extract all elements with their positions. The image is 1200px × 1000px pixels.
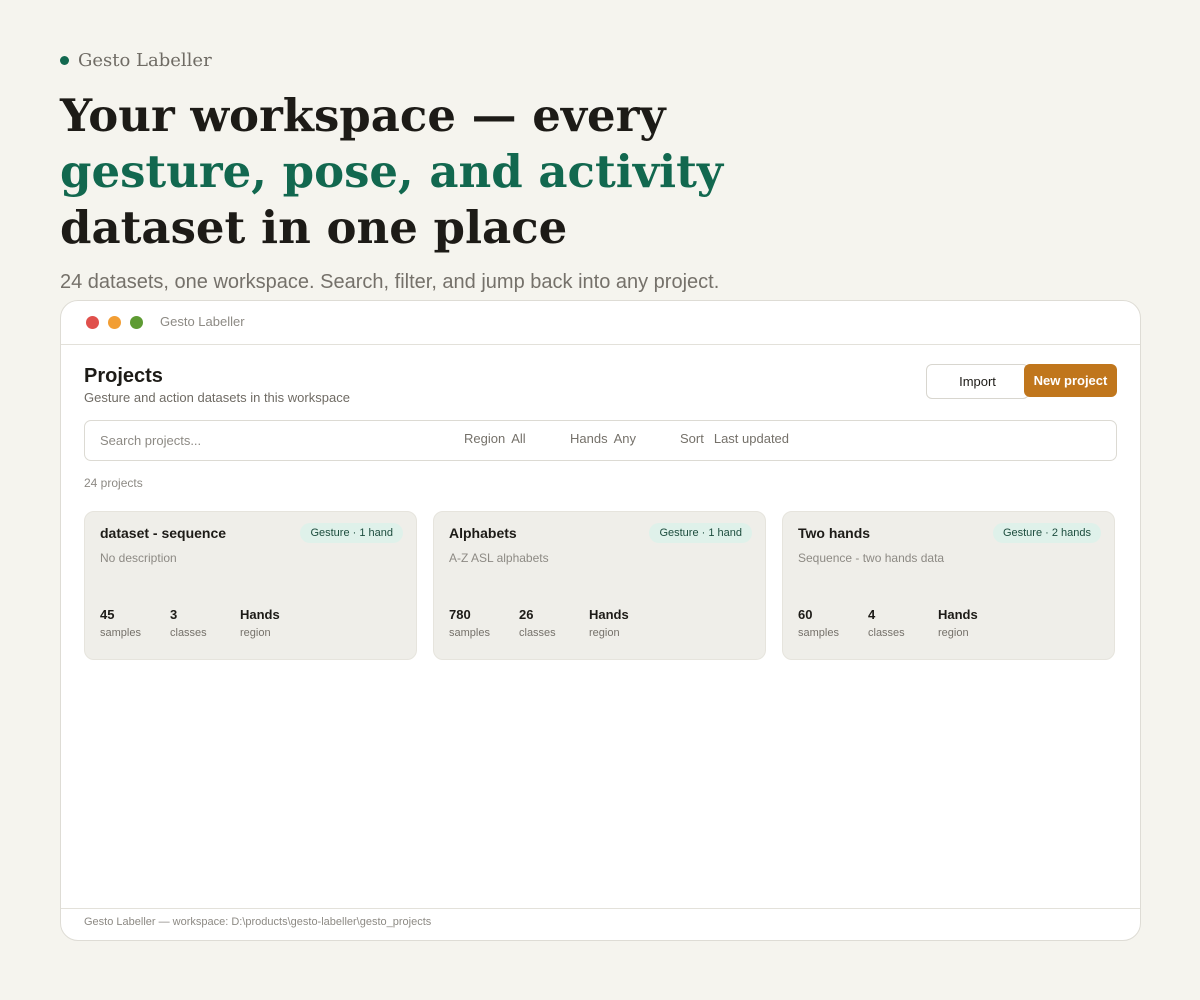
stat-value: 26 — [519, 607, 534, 622]
stat-value: 780 — [449, 607, 471, 622]
stat-region: Hands region — [589, 607, 629, 639]
sort-filter[interactable]: Sort Last updated — [680, 431, 789, 446]
page-subtitle: Gesture and action datasets in this work… — [84, 390, 350, 405]
workspace-path: Gesto Labeller — workspace: D:\products\… — [84, 916, 432, 928]
hero-title-accent: gesture, pose, and activity — [60, 145, 724, 198]
status-footer: Gesto Labeller — workspace: D:\products\… — [61, 908, 1140, 940]
close-window-button[interactable] — [86, 316, 99, 329]
hero-subtitle: 24 datasets, one workspace. Search, filt… — [60, 271, 720, 293]
stat-region: Hands region — [240, 607, 280, 639]
stat-samples: 780 samples — [449, 607, 490, 639]
stat-classes: 4 classes — [868, 607, 905, 639]
hands-filter[interactable]: Hands Any — [570, 431, 636, 446]
search-input[interactable] — [100, 430, 430, 450]
project-count: 24 projects — [84, 476, 143, 490]
region-filter-label: Region — [464, 431, 506, 446]
minimize-window-button[interactable] — [108, 316, 121, 329]
app-window: Gesto Labeller Projects Gesture and acti… — [60, 300, 1141, 941]
project-title: Alphabets — [449, 525, 517, 541]
stat-classes: 26 classes — [519, 607, 556, 639]
project-description: A-Z ASL alphabets — [449, 551, 549, 565]
page-title: Projects — [84, 365, 163, 387]
project-description: Sequence - two hands data — [798, 551, 945, 565]
hands-filter-value: Any — [613, 431, 636, 446]
stat-label: samples — [100, 627, 141, 639]
region-filter-value: All — [511, 431, 526, 446]
stat-value: Hands — [589, 607, 629, 622]
project-card[interactable]: dataset - sequence Gesture · 1 hand No d… — [84, 511, 417, 660]
status-dot-icon — [60, 56, 69, 65]
brand: Gesto Labeller — [60, 50, 212, 71]
new-project-button[interactable]: New project — [1024, 364, 1117, 397]
sort-filter-label: Sort — [680, 431, 704, 446]
stat-label: classes — [170, 627, 207, 639]
window-title: Gesto Labeller — [160, 314, 245, 329]
stat-label: samples — [798, 627, 839, 639]
hero-title: Your workspace — every gesture, pose, an… — [60, 88, 1060, 256]
stat-value: Hands — [240, 607, 280, 622]
import-button[interactable]: Import — [926, 364, 1029, 399]
hero-title-line-3: dataset in one place — [60, 201, 568, 254]
stat-region: Hands region — [938, 607, 978, 639]
maximize-window-button[interactable] — [130, 316, 143, 329]
stat-value: 3 — [170, 607, 178, 622]
stat-label: classes — [868, 627, 905, 639]
stat-label: region — [589, 627, 620, 639]
project-title: Two hands — [798, 525, 871, 541]
project-card[interactable]: Two hands Gesture · 2 hands Sequence - t… — [782, 511, 1115, 660]
project-title: dataset - sequence — [100, 525, 227, 541]
project-type-badge: Gesture · 1 hand — [649, 523, 752, 543]
stat-samples: 45 samples — [100, 607, 141, 639]
stat-value: Hands — [938, 607, 978, 622]
stat-samples: 60 samples — [798, 607, 839, 639]
stat-label: classes — [519, 627, 556, 639]
filter-bar: Region All Hands Any Sort Last updated — [84, 420, 1117, 461]
sort-filter-value: Last updated — [713, 431, 790, 446]
window-titlebar: Gesto Labeller — [61, 301, 1140, 345]
region-filter[interactable]: Region All — [464, 431, 526, 446]
stat-label: region — [240, 627, 271, 639]
stat-classes: 3 classes — [170, 607, 207, 639]
stat-label: samples — [449, 627, 490, 639]
project-type-badge: Gesture · 1 hand — [300, 523, 403, 543]
hero-title-line-1: Your workspace — every — [60, 89, 666, 142]
stat-label: region — [938, 627, 969, 639]
stat-value: 60 — [798, 607, 813, 622]
project-card[interactable]: Alphabets Gesture · 1 hand A-Z ASL alpha… — [433, 511, 766, 660]
hands-filter-label: Hands — [570, 431, 608, 446]
stat-value: 45 — [100, 607, 115, 622]
project-description: No description — [100, 551, 177, 565]
brand-name: Gesto Labeller — [78, 50, 212, 71]
project-type-badge: Gesture · 2 hands — [992, 523, 1101, 543]
stat-value: 4 — [868, 607, 876, 622]
